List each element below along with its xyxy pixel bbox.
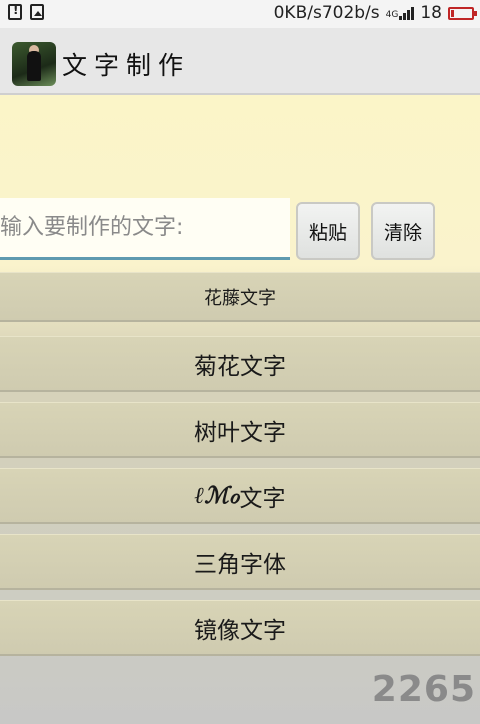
option-script-prefix: ℓℳℴ (194, 482, 240, 509)
option-leaf-text[interactable]: 树叶文字 (0, 402, 480, 458)
input-row: 粘贴 清除 (0, 198, 480, 268)
image-notification-icon (30, 4, 44, 20)
paste-button[interactable]: 粘贴 (296, 202, 360, 260)
option-label: 文字 (239, 485, 286, 512)
watermark-logo: 2265 (371, 669, 476, 710)
battery-level: 18 (420, 3, 442, 23)
option-mirror-text[interactable]: 镜像文字 (0, 600, 480, 656)
action-bar: 文字制作 (0, 28, 480, 95)
option-label: 树叶文字 (194, 419, 286, 446)
option-label: 花藤文字 (204, 287, 276, 309)
alert-icon (8, 3, 22, 20)
status-bar: 0KB/s702b/s 4G 18 (0, 0, 480, 28)
option-triangle-font[interactable]: 三角字体 (0, 534, 480, 590)
main-content: 粘贴 清除 花藤文字 菊花文字 树叶文字 ℓℳℴ文字 三角字体 镜像文字 226… (0, 95, 480, 724)
option-script-text[interactable]: ℓℳℴ 文字 (0, 468, 480, 524)
network-type: 4G (385, 9, 399, 20)
option-chrysanthemum-text[interactable]: 菊花文字 (0, 336, 480, 392)
option-flower-vine-text[interactable]: 花藤文字 (0, 272, 480, 322)
status-right: 0KB/s702b/s 4G 18 (273, 3, 477, 23)
signal-icon: 4G (385, 6, 415, 20)
option-label: 镜像文字 (194, 617, 286, 644)
clear-button[interactable]: 清除 (371, 202, 435, 260)
page-title: 文字制作 (62, 51, 191, 80)
option-label: 菊花文字 (194, 353, 286, 380)
text-input[interactable] (0, 198, 290, 260)
app-photo-icon[interactable] (12, 42, 56, 86)
status-left-icons (8, 3, 44, 20)
option-label: 三角字体 (194, 551, 286, 578)
network-speed: 0KB/s702b/s (273, 3, 380, 23)
battery-icon (448, 6, 477, 20)
